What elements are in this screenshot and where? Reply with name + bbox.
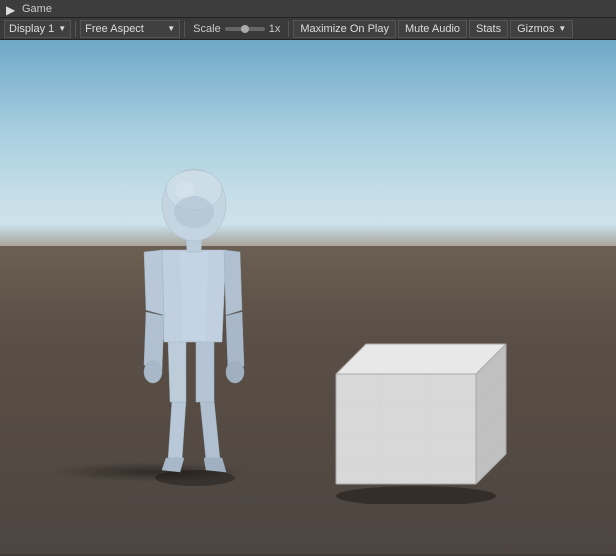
display-dropdown[interactable]: Display 1 ▼ xyxy=(4,20,71,38)
display-arrow-icon: ▼ xyxy=(58,24,66,33)
character-svg xyxy=(130,160,260,490)
game-icon: ▶ xyxy=(6,3,18,15)
title-bar: ▶ Game xyxy=(0,0,616,18)
aspect-arrow-icon: ▼ xyxy=(167,24,175,33)
ground-plane xyxy=(0,246,616,554)
cube-svg xyxy=(316,314,516,504)
window-title: Game xyxy=(22,3,52,15)
stats-button[interactable]: Stats xyxy=(469,20,508,38)
scale-value: 1x xyxy=(269,23,281,35)
toolbar: Display 1 ▼ Free Aspect ▼ Scale 1x Maxim… xyxy=(0,18,616,40)
display-label: Display 1 xyxy=(9,23,54,35)
scale-thumb xyxy=(241,25,249,33)
scale-label: Scale xyxy=(193,23,221,35)
maximize-on-play-button[interactable]: Maximize On Play xyxy=(293,20,396,38)
cube-model xyxy=(316,314,486,474)
separator-2 xyxy=(184,21,185,37)
aspect-dropdown[interactable]: Free Aspect ▼ xyxy=(80,20,180,38)
scale-control: Scale 1x xyxy=(189,23,284,35)
scale-slider[interactable] xyxy=(225,27,265,31)
aspect-label: Free Aspect xyxy=(85,23,144,35)
gizmos-button[interactable]: Gizmos ▼ xyxy=(510,20,573,38)
character-model xyxy=(130,160,260,490)
separator-1 xyxy=(75,21,76,37)
mute-audio-button[interactable]: Mute Audio xyxy=(398,20,467,38)
game-viewport xyxy=(0,40,616,554)
gizmos-arrow-icon: ▼ xyxy=(558,24,566,33)
separator-3 xyxy=(288,21,289,37)
